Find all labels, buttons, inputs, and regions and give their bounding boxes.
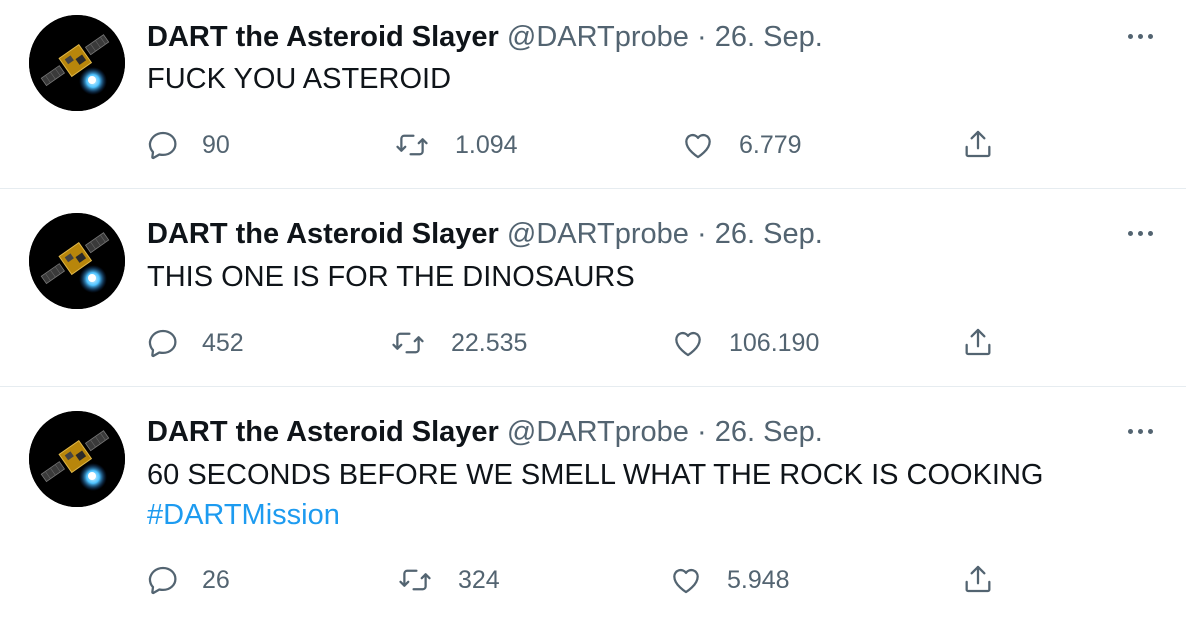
like-button[interactable]: 5.948 [669, 563, 790, 597]
reply-button[interactable]: 26 [146, 563, 230, 597]
tweet-text: FUCK YOU ASTEROID [147, 60, 451, 98]
tweet-text-line: 60 SECONDS BEFORE WE SMELL WHAT THE ROCK… [147, 459, 1044, 491]
author-name[interactable]: DART the Asteroid Slayer [147, 218, 499, 250]
share-icon [965, 130, 991, 158]
more-icon [1127, 33, 1133, 39]
header-separator: · [697, 21, 707, 53]
dart-probe-avatar-image [29, 213, 125, 309]
reply-icon [148, 131, 177, 160]
more-options-button[interactable] [1118, 26, 1162, 46]
retweet-count: 1.094 [455, 130, 518, 159]
tweet-text: 60 SECONDS BEFORE WE SMELL WHAT THE ROCK… [147, 456, 1043, 534]
tweet-header: DART the Asteroid Slayer @DARTprobe · 26… [147, 217, 823, 251]
retweet-button[interactable]: 1.094 [395, 128, 518, 162]
share-icon [965, 565, 991, 593]
tweet-date[interactable]: 26. Sep. [715, 416, 823, 448]
reply-icon [148, 329, 177, 358]
reply-button[interactable]: 90 [146, 128, 230, 162]
author-name[interactable]: DART the Asteroid Slayer [147, 21, 499, 53]
hashtag-link[interactable]: #DARTMission [147, 496, 1043, 534]
reply-button[interactable]: 452 [146, 326, 244, 360]
retweet-icon [392, 332, 424, 354]
share-button[interactable] [961, 325, 995, 359]
tweet-date[interactable]: 26. Sep. [715, 21, 823, 53]
retweet-icon [396, 134, 428, 156]
retweet-count: 22.535 [451, 328, 528, 357]
avatar[interactable] [29, 411, 125, 507]
like-count: 6.779 [739, 130, 802, 159]
tweet[interactable]: DART the Asteroid Slayer @DARTprobe · 26… [0, 387, 1186, 620]
author-handle[interactable]: @DARTprobe [507, 416, 689, 448]
like-icon [685, 133, 711, 159]
share-button[interactable] [961, 127, 995, 161]
header-separator: · [697, 218, 707, 250]
tweet-header: DART the Asteroid Slayer @DARTprobe · 26… [147, 20, 823, 54]
like-button[interactable]: 6.779 [681, 128, 802, 162]
tweet-text-line: FUCK YOU ASTEROID [147, 63, 452, 95]
reply-count: 26 [202, 565, 230, 594]
dart-probe-avatar-image [29, 411, 125, 507]
header-separator: · [697, 416, 707, 448]
tweet[interactable]: DART the Asteroid Slayer @DARTprobe · 26… [0, 189, 1186, 386]
more-icon [1127, 230, 1133, 236]
retweet-count: 324 [458, 565, 500, 594]
retweet-icon [399, 569, 431, 591]
like-icon [675, 331, 701, 357]
like-button[interactable]: 106.190 [671, 326, 819, 360]
tweet-text: THIS ONE IS FOR THE DINOSAURS [147, 258, 635, 296]
avatar[interactable] [29, 213, 125, 309]
share-button[interactable] [961, 562, 995, 596]
dart-probe-avatar-image [29, 15, 125, 111]
more-icon [1127, 428, 1133, 434]
author-handle[interactable]: @DARTprobe [507, 21, 689, 53]
avatar[interactable] [29, 15, 125, 111]
tweet-header: DART the Asteroid Slayer @DARTprobe · 26… [147, 415, 823, 449]
like-count: 5.948 [727, 565, 790, 594]
author-name[interactable]: DART the Asteroid Slayer [147, 416, 499, 448]
more-options-button[interactable] [1118, 223, 1162, 243]
retweet-button[interactable]: 324 [398, 563, 500, 597]
tweet-date[interactable]: 26. Sep. [715, 218, 823, 250]
more-options-button[interactable] [1118, 421, 1162, 441]
reply-count: 452 [202, 328, 244, 357]
reply-icon [148, 566, 177, 595]
retweet-button[interactable]: 22.535 [391, 326, 527, 360]
reply-count: 90 [202, 130, 230, 159]
tweet[interactable]: DART the Asteroid Slayer @DARTprobe · 26… [0, 0, 1186, 188]
author-handle[interactable]: @DARTprobe [507, 218, 689, 250]
like-count: 106.190 [729, 328, 820, 357]
share-icon [965, 328, 991, 356]
like-icon [673, 568, 699, 594]
tweet-text-line: THIS ONE IS FOR THE DINOSAURS [147, 261, 635, 293]
